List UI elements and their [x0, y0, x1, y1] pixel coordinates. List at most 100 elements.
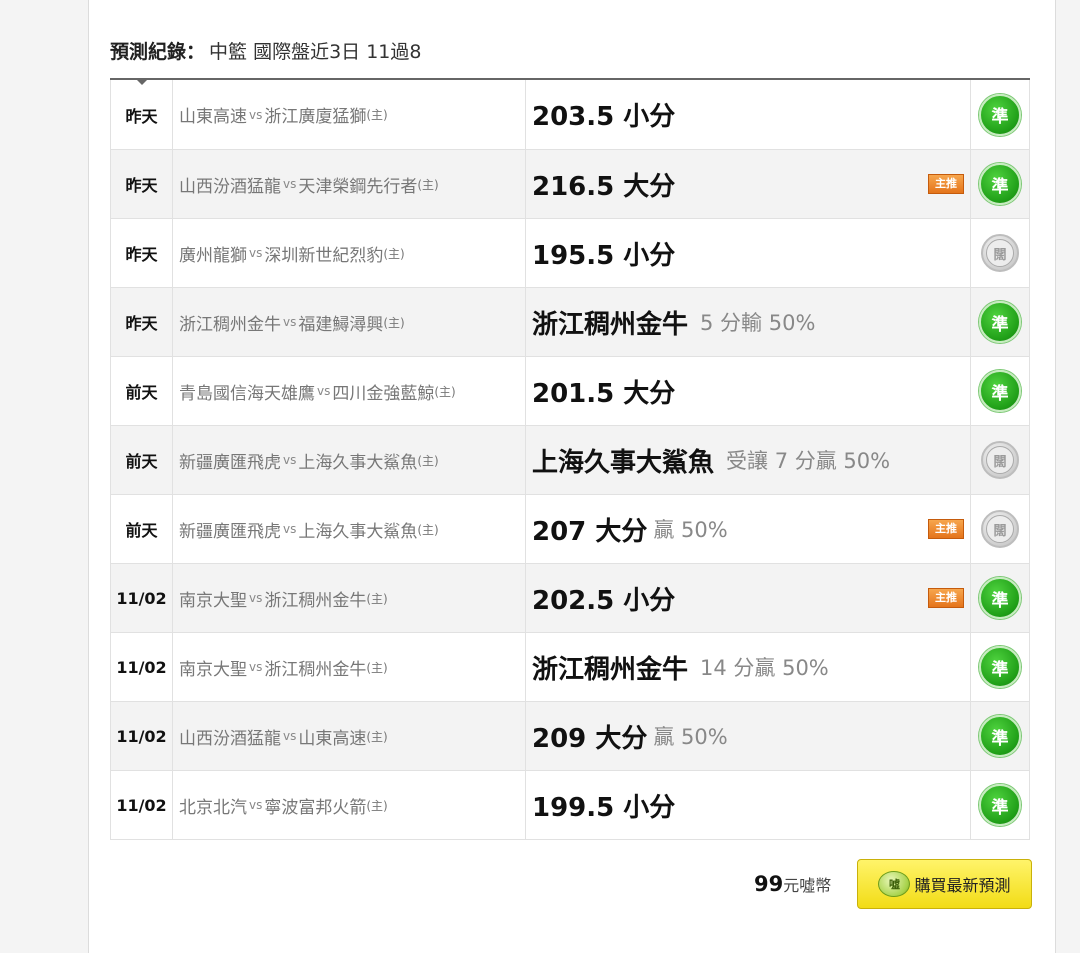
result-win-icon: 準	[979, 370, 1021, 412]
row-date: 11/02	[110, 771, 173, 839]
home-team: 浙江廣廈猛獅	[264, 107, 367, 127]
prediction-pick: 浙江稠州金牛	[532, 654, 689, 685]
table-row: 11/02 南京大聖 vs 浙江稠州金牛 (主) 浙江稠州金牛 14 分贏 50% 準	[110, 633, 1030, 702]
table-row: 昨天 山東高速 vs 浙江廣廈猛獅 (主) 203.5 小分 準	[110, 80, 1030, 150]
table-row: 昨天 廣州龍獅 vs 深圳新世紀烈豹 (主) 195.5 小分 闊	[110, 219, 1030, 288]
price-unit: 元噓幣	[783, 876, 832, 895]
row-match[interactable]: 青島國信海天雄鷹 vs 四川金強藍鯨 (主)	[173, 357, 526, 425]
home-team: 上海久事大鯊魚	[298, 521, 418, 542]
result-win-icon: 準	[979, 784, 1021, 826]
record-heading: 預測紀錄： 中籃 國際盤近3日 11過8	[110, 37, 421, 64]
table-row: 11/02 南京大聖 vs 浙江稠州金牛 (主) 202.5 小分 主推準	[110, 564, 1030, 633]
table-row: 11/02 北京北汽 vs 寧波富邦火箭 (主) 199.5 小分 準	[110, 771, 1030, 840]
result-win-text: 準	[991, 797, 1009, 818]
row-date: 昨天	[110, 219, 173, 287]
row-result: 闊	[971, 426, 1030, 494]
row-match[interactable]: 新疆廣匯飛虎 vs 上海久事大鯊魚 (主)	[173, 495, 526, 563]
row-result: 準	[971, 150, 1030, 218]
home-mark: (主)	[434, 384, 456, 399]
row-date: 昨天	[110, 80, 173, 149]
row-prediction: 浙江稠州金牛 5 分輸 50%	[526, 288, 971, 356]
vs-label: vs	[249, 107, 263, 122]
row-date: 前天	[110, 426, 173, 494]
home-mark: (主)	[383, 246, 405, 261]
result-pending-icon: 闊	[981, 441, 1019, 479]
record-heading-colon: ：	[186, 41, 206, 63]
row-result: 準	[971, 80, 1030, 149]
away-team: 新疆廣匯飛虎	[179, 452, 281, 473]
result-pending-icon: 闊	[981, 510, 1019, 548]
vs-label: vs	[249, 660, 263, 674]
vs-label: vs	[283, 315, 297, 329]
vs-label: vs	[283, 522, 297, 536]
away-team: 南京大聖	[179, 590, 247, 611]
prediction-detail: 受讓 7 分贏 50%	[726, 449, 891, 473]
row-prediction: 201.5 大分	[526, 357, 971, 425]
row-match[interactable]: 新疆廣匯飛虎 vs 上海久事大鯊魚 (主)	[173, 426, 526, 494]
buy-latest-prediction-button[interactable]: 噓 購買最新預測	[857, 859, 1032, 909]
prediction-pick: 199.5 小分	[532, 792, 676, 823]
row-match[interactable]: 廣州龍獅 vs 深圳新世紀烈豹 (主)	[173, 219, 526, 287]
home-mark: (主)	[417, 453, 439, 468]
row-date: 11/02	[110, 564, 173, 632]
vs-label: vs	[249, 591, 263, 605]
prediction-detail: 贏 50%	[653, 518, 728, 542]
result-win-icon: 準	[979, 301, 1021, 343]
away-team: 浙江稠州金牛	[179, 314, 281, 335]
result-win-icon: 準	[979, 93, 1021, 136]
home-team: 上海久事大鯊魚	[298, 452, 418, 473]
home-mark: (主)	[366, 798, 388, 813]
row-date: 昨天	[110, 150, 173, 218]
row-date: 11/02	[110, 633, 173, 701]
coin-text: 噓	[888, 878, 900, 891]
row-match[interactable]: 南京大聖 vs 浙江稠州金牛 (主)	[173, 564, 526, 632]
away-team: 廣州龍獅	[179, 245, 247, 266]
row-match[interactable]: 北京北汽 vs 寧波富邦火箭 (主)	[173, 771, 526, 839]
coin-icon: 噓	[878, 871, 911, 897]
row-result: 準	[971, 564, 1030, 632]
prediction-table: 昨天 山東高速 vs 浙江廣廈猛獅 (主) 203.5 小分準昨天 山西汾酒猛龍 vs 天津榮鋼…	[110, 78, 1030, 840]
row-prediction: 203.5 小分	[526, 80, 971, 149]
prediction-detail: 14 分贏 50%	[700, 656, 829, 680]
row-match[interactable]: 山東高速 vs 浙江廣廈猛獅 (主)	[173, 80, 526, 149]
vs-label: vs	[249, 246, 263, 260]
buy-button-label: 購買最新預測	[914, 876, 1011, 895]
prediction-pick: 195.5 小分	[532, 240, 676, 271]
price-label: 99元噓幣	[754, 872, 831, 896]
home-team: 福建鱘潯興	[298, 314, 384, 335]
prediction-pick: 上海久事大鯊魚	[532, 447, 715, 478]
vs-label: vs	[283, 453, 297, 467]
record-heading-text: 中籃 國際盤近3日 11過8	[209, 41, 422, 63]
result-win-text: 準	[991, 659, 1009, 680]
result-win-text: 準	[991, 383, 1009, 404]
home-team: 浙江稠州金牛	[264, 659, 367, 680]
home-mark: (主)	[417, 177, 439, 192]
row-match[interactable]: 南京大聖 vs 浙江稠州金牛 (主)	[173, 633, 526, 701]
result-win-icon: 準	[979, 646, 1021, 688]
result-win-text: 準	[991, 728, 1009, 749]
table-row: 前天 新疆廣匯飛虎 vs 上海久事大鯊魚 (主) 上海久事大鯊魚 受讓 7 分贏 50% 闊	[110, 426, 1030, 495]
home-team: 天津榮鋼先行者	[298, 176, 418, 197]
row-date: 昨天	[110, 288, 173, 356]
featured-badge: 主推	[928, 588, 964, 608]
row-match[interactable]: 浙江稠州金牛 vs 福建鱘潯興 (主)	[173, 288, 526, 356]
prediction-pick: 201.5 大分	[532, 378, 676, 409]
result-pending-text: 闊	[986, 446, 1014, 474]
caret-down-icon	[135, 78, 149, 85]
result-win-text: 準	[991, 314, 1009, 335]
home-mark: (主)	[417, 522, 439, 537]
row-prediction: 209 大分贏 50%	[526, 702, 971, 770]
result-win-icon: 準	[979, 163, 1021, 205]
vs-label: vs	[283, 729, 297, 743]
prediction-pick: 203.5 小分	[532, 102, 676, 132]
home-mark: (主)	[366, 660, 388, 675]
vs-label: vs	[283, 177, 297, 191]
prediction-pick: 浙江稠州金牛	[532, 309, 689, 340]
row-match[interactable]: 山西汾酒猛龍 vs 山東高速 (主)	[173, 702, 526, 770]
row-match[interactable]: 山西汾酒猛龍 vs 天津榮鋼先行者 (主)	[173, 150, 526, 218]
featured-badge: 主推	[928, 519, 964, 539]
result-pending-icon: 闊	[981, 234, 1019, 272]
table-row: 前天 新疆廣匯飛虎 vs 上海久事大鯊魚 (主) 207 大分贏 50% 主推闊	[110, 495, 1030, 564]
row-result: 闊	[971, 219, 1030, 287]
home-team: 浙江稠州金牛	[264, 590, 367, 611]
